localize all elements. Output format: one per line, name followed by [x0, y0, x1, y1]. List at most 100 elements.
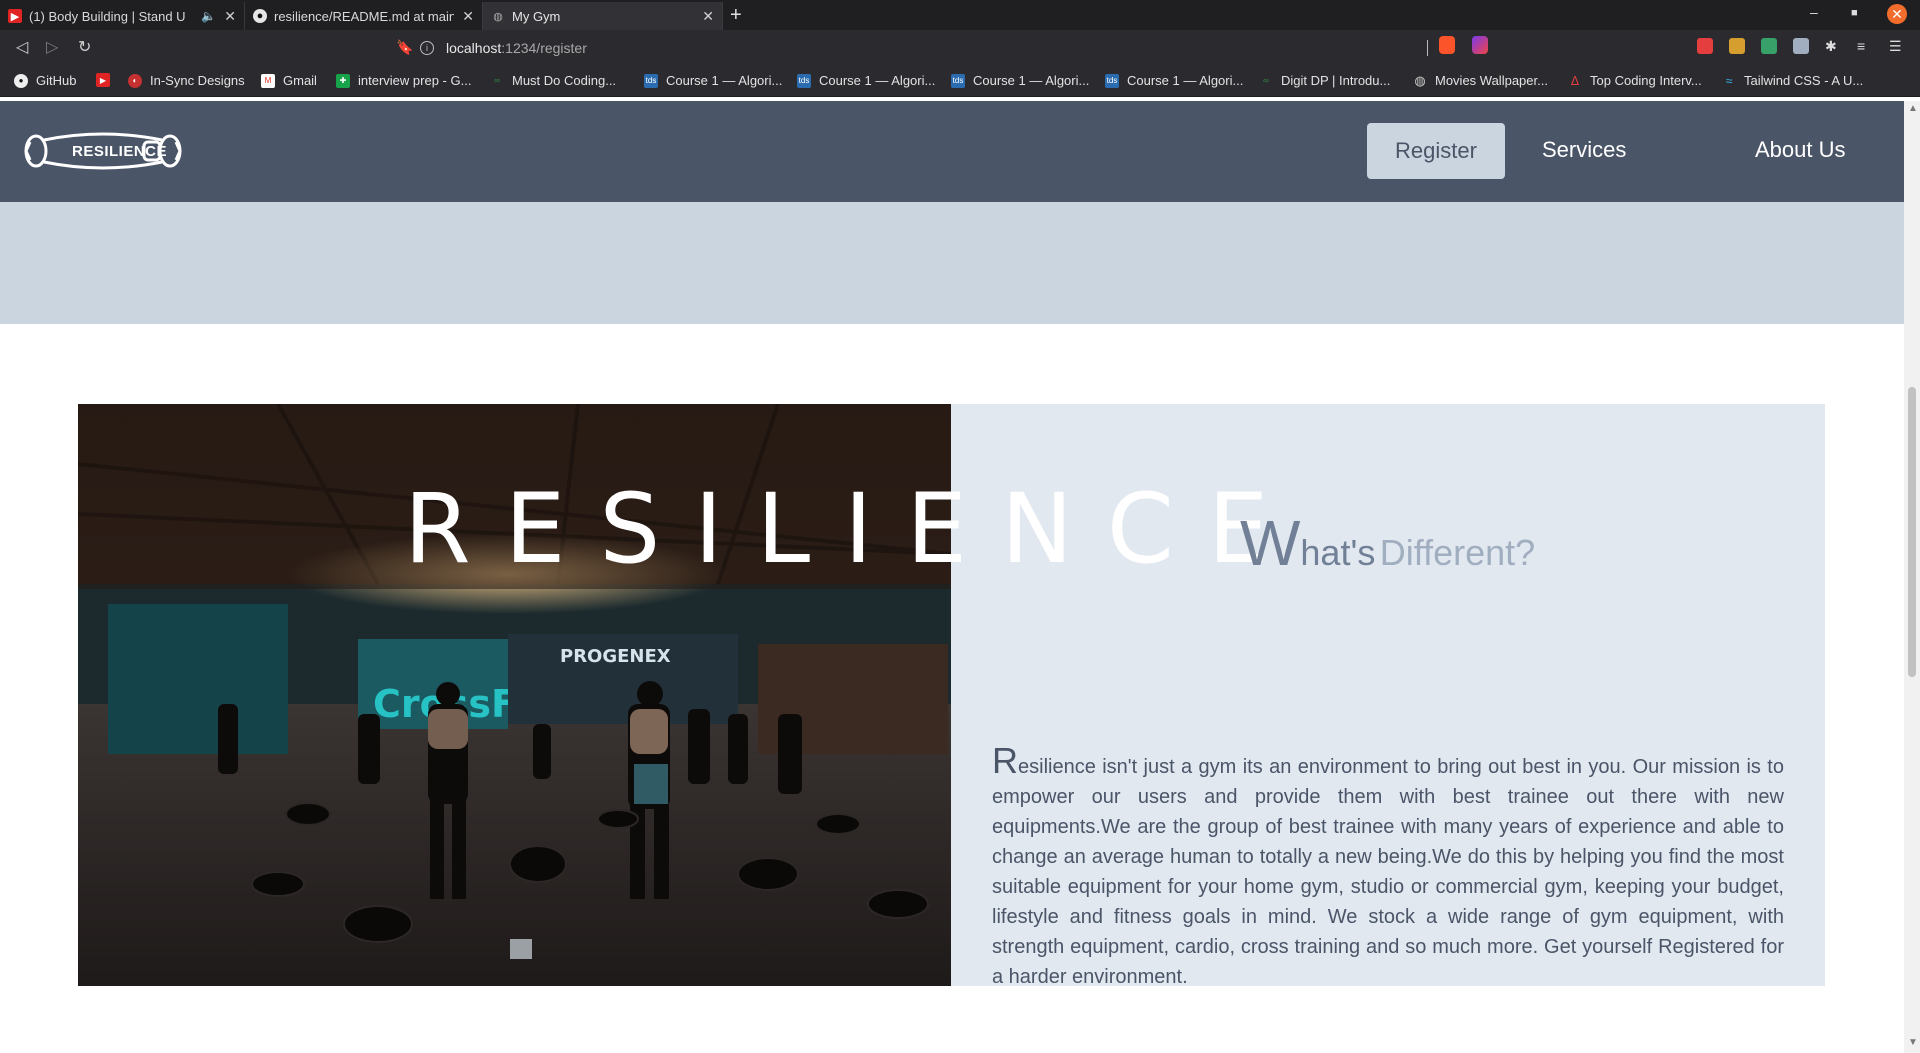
puzzle-icon[interactable]: ✱ [1825, 38, 1841, 54]
bookmark-label: interview prep - G... [358, 73, 472, 88]
youtube-icon: ▶ [96, 73, 110, 87]
extension-icon[interactable] [1793, 38, 1809, 54]
forward-button[interactable]: ▷ [46, 37, 58, 57]
bookmark-gmail[interactable]: M Gmail [261, 73, 317, 88]
bookmark-tailwind[interactable]: ≈ Tailwind CSS - A U... [1722, 73, 1864, 88]
globe-icon: ◍ [1414, 72, 1426, 88]
about-paragraph: Resilience isn't just a gym its an envir… [992, 743, 1784, 992]
bookmark-github[interactable]: ● GitHub [14, 73, 76, 88]
tds-icon: tds [951, 73, 965, 88]
bookmark-label: Tailwind CSS - A U... [1744, 73, 1864, 88]
reload-button[interactable]: ↻ [78, 37, 91, 57]
tab-title: resilience/README.md at main [274, 8, 455, 24]
page-scrollbar[interactable]: ▲ ▼ [1904, 101, 1920, 1053]
info-icon[interactable]: i [420, 40, 434, 55]
bookmark-course-3[interactable]: tds Course 1 — Algori... [951, 73, 1089, 88]
bucket [510, 939, 532, 959]
back-button[interactable]: ◁ [16, 37, 28, 57]
bookmark-top-coding[interactable]: ᐃ Top Coding Interv... [1568, 73, 1702, 88]
extension-icon[interactable] [1697, 38, 1713, 54]
bookmark-must-do[interactable]: ∞ Must Do Coding... [490, 73, 616, 88]
heading-accent: Different? [1379, 532, 1536, 573]
address-bar[interactable]: 🔖 i localhost:1234/register [396, 34, 1498, 61]
bookmark-youtube[interactable]: ▶ [96, 73, 118, 87]
bookmark-label: In-Sync Designs [150, 73, 245, 88]
bookmark-movies[interactable]: ◍ Movies Wallpaper... [1413, 72, 1548, 89]
heading-initial: W [1240, 507, 1301, 579]
bookmark-course-2[interactable]: tds Course 1 — Algori... [797, 73, 935, 88]
gmail-icon: M [261, 73, 275, 88]
tab-github[interactable]: ● resilience/README.md at main ✕ [245, 2, 483, 30]
menu-icon[interactable]: ☰ [1889, 38, 1905, 54]
extension-icon[interactable] [1729, 38, 1745, 54]
extension-icon[interactable] [1761, 38, 1777, 54]
nav-about-link[interactable]: About Us [1755, 137, 1846, 163]
bookmark-label: Gmail [283, 73, 317, 88]
github-icon: ● [253, 9, 267, 23]
bookmark-digit-dp[interactable]: ∞ Digit DP | Introdu... [1259, 73, 1390, 88]
bookmark-interview-prep[interactable]: ✚ interview prep - G... [336, 73, 471, 88]
page-viewport: RESILIENCE Register Services About Us Cr… [0, 101, 1904, 1053]
address-path: :1234/register [501, 39, 587, 56]
progenex-sign: PROGENEX [560, 646, 671, 667]
youtube-icon: ▶ [8, 9, 22, 23]
bookmark-label: Must Do Coding... [512, 73, 617, 88]
scroll-up-icon[interactable]: ▲ [1908, 103, 1918, 114]
address-host: localhost [446, 39, 502, 56]
nav-register-button[interactable]: Register [1367, 123, 1505, 179]
nav-services-link[interactable]: Services [1542, 137, 1626, 163]
whats-different-heading: What's Different? [1240, 506, 1535, 580]
tds-icon: tds [797, 73, 811, 88]
tailwind-icon: ≈ [1725, 73, 1733, 88]
hero-title: RESILIENCE [404, 473, 1303, 585]
paragraph-text: esilience isn't just a gym its an enviro… [992, 756, 1784, 988]
bookmark-label: Course 1 — Algori... [666, 73, 783, 88]
tds-icon: tds [644, 73, 658, 88]
brave-shields-icon[interactable] [1439, 36, 1455, 54]
logo-text: RESILIENCE [72, 143, 168, 160]
address-divider [1427, 40, 1428, 56]
paragraph-dropcap: R [992, 740, 1018, 781]
tab-my-gym[interactable]: ◍ My Gym ✕ [483, 2, 723, 30]
close-icon[interactable]: ✕ [224, 8, 236, 25]
speaker-icon[interactable]: 🔈 [201, 9, 216, 23]
bookmark-icon[interactable]: 🔖 [396, 39, 413, 56]
scroll-down-icon[interactable]: ▼ [1908, 1037, 1918, 1048]
hero-band [0, 202, 1904, 324]
bookmark-label: Course 1 — Algori... [819, 73, 936, 88]
gfg-icon: ∞ [494, 76, 500, 85]
tab-title: (1) Body Building | Stand U [29, 8, 186, 24]
maximize-button[interactable]: ■ [1851, 7, 1858, 19]
minimize-button[interactable]: – [1810, 4, 1818, 20]
bookmark-label: Course 1 — Algori... [1127, 73, 1244, 88]
bookmarks-bar: ● GitHub ▶ ◐ In-Sync Designs M Gmail ✚ inter… [0, 65, 1920, 97]
tab-youtube[interactable]: ▶ (1) Body Building | Stand U 🔈 ✕ [0, 2, 245, 30]
bookmark-label: Course 1 — Algori... [973, 73, 1090, 88]
window-close-button[interactable]: ✕ [1887, 4, 1907, 24]
scrollbar-thumb[interactable] [1908, 387, 1916, 677]
coding-icon: ᐃ [1570, 73, 1580, 88]
bookmark-course-1[interactable]: tds Course 1 — Algori... [644, 73, 782, 88]
heading-rest: hat's [1300, 532, 1376, 573]
site-navbar: RESILIENCE Register Services About Us [0, 101, 1904, 202]
brave-rewards-icon[interactable] [1472, 36, 1488, 54]
bookmark-insync[interactable]: ◐ In-Sync Designs [128, 73, 245, 88]
gfg-icon: ∞ [1263, 76, 1269, 85]
bookmark-course-4[interactable]: tds Course 1 — Algori... [1105, 73, 1243, 88]
resilience-logo[interactable]: RESILIENCE [22, 130, 184, 172]
bookmark-label: Movies Wallpaper... [1435, 73, 1548, 88]
bookmark-label: Digit DP | Introdu... [1281, 73, 1391, 88]
bookmark-label: Top Coding Interv... [1590, 73, 1702, 88]
close-icon[interactable]: ✕ [462, 8, 474, 25]
tab-title: My Gym [512, 8, 561, 24]
browser-toolbar: ◁ ▷ ↻ 🔖 i localhost:1234/register ✱ ≡ ☰ [0, 30, 1920, 65]
github-icon: ● [14, 73, 28, 88]
insync-icon: ◐ [128, 73, 142, 88]
new-tab-button[interactable]: + [730, 4, 742, 27]
globe-icon: ◍ [493, 10, 503, 23]
tab-strip: ▶ (1) Body Building | Stand U 🔈 ✕ ● resi… [0, 0, 1920, 30]
playlist-icon[interactable]: ≡ [1857, 38, 1873, 54]
sheets-icon: ✚ [336, 73, 350, 88]
close-icon[interactable]: ✕ [702, 8, 714, 25]
bookmark-label: GitHub [36, 73, 77, 88]
